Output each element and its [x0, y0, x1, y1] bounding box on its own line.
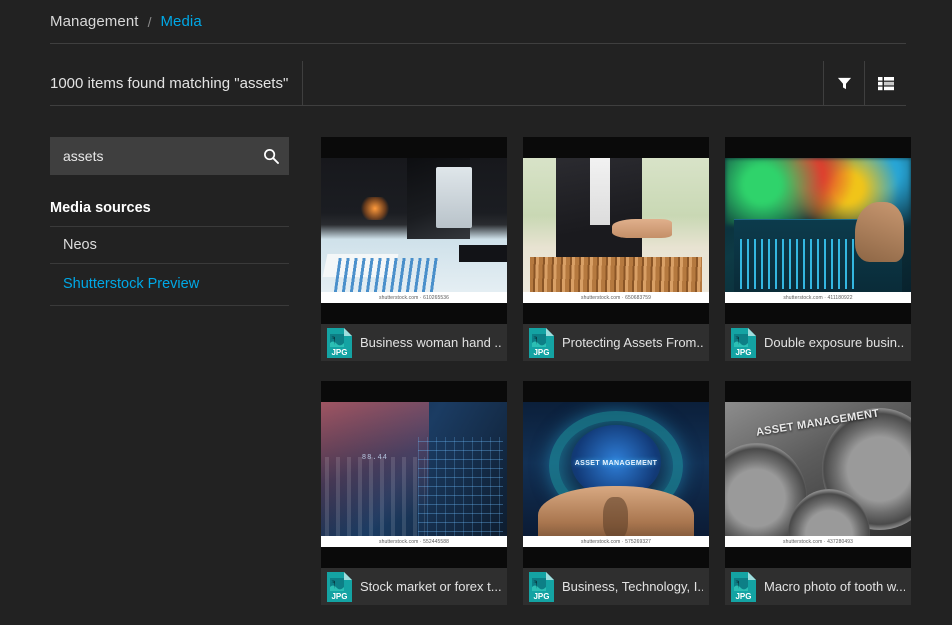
media-card[interactable]: ASSET MANAGEMENT shutterstock.com · 5752… — [523, 381, 709, 605]
media-card[interactable]: shutterstock.com · 411180922 JPG Double … — [725, 137, 911, 361]
svg-text:JPG: JPG — [735, 348, 751, 357]
media-thumbnail[interactable]: shutterstock.com · 610265536 — [321, 137, 507, 324]
thumbnail-image: 88.44 shutterstock.com · 552445588 — [321, 402, 507, 547]
media-card-title: Macro photo of tooth w... — [764, 579, 905, 594]
breadcrumb-current-media[interactable]: Media — [160, 13, 201, 30]
thumbnail-image: shutterstock.com · 411180922 — [725, 158, 911, 303]
photo-art — [523, 158, 709, 303]
search-icon[interactable] — [262, 147, 280, 165]
breadcrumb-root[interactable]: Management — [50, 13, 139, 30]
svg-text:JPG: JPG — [533, 348, 549, 357]
watermark-label: shutterstock.com · 437280493 — [725, 536, 911, 547]
jpg-file-icon: JPG — [327, 571, 352, 602]
photo-overlay-text: ASSET MANAGEMENT — [574, 460, 658, 467]
photo-art — [725, 158, 911, 303]
sidebar-item-label: Shutterstock Preview — [63, 276, 200, 292]
photo-art: ASSET MANAGEMENT — [725, 402, 911, 547]
media-sources-title: Media sources — [50, 200, 289, 227]
svg-text:JPG: JPG — [331, 348, 347, 357]
jpg-file-icon: JPG — [731, 571, 756, 602]
watermark-label: shutterstock.com · 650683759 — [523, 292, 709, 303]
sidebar: Media sources Neos Shutterstock Preview — [50, 137, 289, 307]
media-thumbnail[interactable]: shutterstock.com · 650683759 — [523, 137, 709, 324]
media-card[interactable]: shutterstock.com · 610265536 JPG Busines… — [321, 137, 507, 361]
view-mode-button[interactable] — [865, 61, 906, 105]
watermark-label: shutterstock.com · 411180922 — [725, 292, 911, 303]
media-card-title: Stock market or forex t... — [360, 579, 501, 594]
media-thumbnail[interactable]: shutterstock.com · 411180922 — [725, 137, 911, 324]
thumbnail-image: ASSET MANAGEMENT shutterstock.com · 4372… — [725, 402, 911, 547]
breadcrumb-separator: / — [147, 13, 152, 30]
jpg-file-icon: JPG — [327, 327, 352, 358]
photo-art — [321, 158, 507, 303]
toolbar-spacer — [303, 61, 824, 105]
thumbnail-image: shutterstock.com · 610265536 — [321, 158, 507, 303]
jpg-file-icon: JPG — [529, 571, 554, 602]
media-card[interactable]: ASSET MANAGEMENT shutterstock.com · 4372… — [725, 381, 911, 605]
list-view-icon — [877, 76, 894, 91]
result-count-label: 1000 items found matching "assets" — [50, 61, 304, 105]
jpg-file-icon: JPG — [731, 327, 756, 358]
sidebar-item-neos[interactable]: Neos — [50, 227, 289, 264]
media-thumbnail[interactable]: ASSET MANAGEMENT shutterstock.com · 4372… — [725, 381, 911, 568]
media-card-title: Business, Technology, I... — [562, 579, 703, 594]
sidebar-item-shutterstock-preview[interactable]: Shutterstock Preview — [50, 264, 289, 307]
photo-art: ASSET MANAGEMENT — [523, 402, 709, 547]
svg-text:JPG: JPG — [331, 592, 347, 601]
thumbnail-image: ASSET MANAGEMENT shutterstock.com · 5752… — [523, 402, 709, 547]
search-box — [50, 137, 289, 175]
media-card-footer: JPG Stock market or forex t... — [321, 568, 507, 605]
media-thumbnail[interactable]: ASSET MANAGEMENT shutterstock.com · 5752… — [523, 381, 709, 568]
media-card[interactable]: shutterstock.com · 650683759 JPG Protect… — [523, 137, 709, 361]
svg-text:JPG: JPG — [735, 592, 751, 601]
watermark-label: shutterstock.com · 552445588 — [321, 536, 507, 547]
filter-funnel-icon — [837, 76, 852, 91]
media-card-footer: JPG Double exposure busin... — [725, 324, 911, 361]
media-grid: shutterstock.com · 610265536 JPG Busines… — [321, 137, 911, 605]
search-input[interactable] — [50, 137, 289, 175]
results-toolbar: 1000 items found matching "assets" — [50, 61, 906, 106]
media-card-title: Protecting Assets From... — [562, 335, 703, 350]
photo-art: 88.44 — [321, 402, 507, 547]
media-thumbnail[interactable]: 88.44 shutterstock.com · 552445588 — [321, 381, 507, 568]
media-card-title: Double exposure busin... — [764, 335, 905, 350]
thumbnail-image: shutterstock.com · 650683759 — [523, 158, 709, 303]
svg-text:JPG: JPG — [533, 592, 549, 601]
filter-button[interactable] — [824, 61, 865, 105]
media-card-footer: JPG Business woman hand ... — [321, 324, 507, 361]
media-card-title: Business woman hand ... — [360, 335, 501, 350]
photo-overlay-text: 88.44 — [361, 454, 388, 463]
media-card-footer: JPG Macro photo of tooth w... — [725, 568, 911, 605]
breadcrumb: Management / Media — [50, 0, 906, 44]
jpg-file-icon: JPG — [529, 327, 554, 358]
watermark-label: shutterstock.com · 610265536 — [321, 292, 507, 303]
watermark-label: shutterstock.com · 575269327 — [523, 536, 709, 547]
media-card-footer: JPG Protecting Assets From... — [523, 324, 709, 361]
media-card[interactable]: 88.44 shutterstock.com · 552445588 JPG S… — [321, 381, 507, 605]
media-card-footer: JPG Business, Technology, I... — [523, 568, 709, 605]
